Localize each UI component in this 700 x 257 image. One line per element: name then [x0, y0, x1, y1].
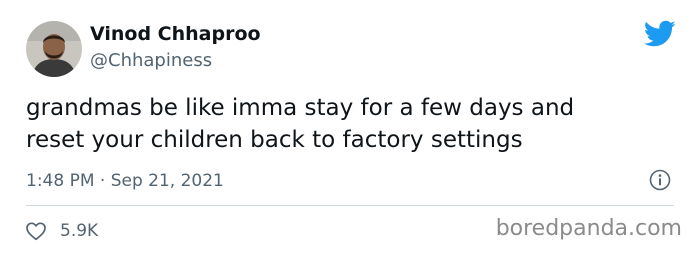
tweet-text: grandmas be like imma stay for a few day…: [26, 92, 666, 156]
tweet-date[interactable]: Sep 21, 2021: [111, 171, 224, 191]
author-display-name[interactable]: Vinod Chhaproo: [90, 21, 261, 47]
avatar[interactable]: [26, 21, 82, 77]
heart-icon: [26, 222, 46, 241]
info-icon[interactable]: [648, 168, 672, 192]
watermark: boredpanda.com: [495, 216, 682, 241]
twitter-bird-icon[interactable]: [643, 20, 676, 48]
divider: [26, 205, 674, 206]
author-handle[interactable]: @Chhapiness: [90, 48, 212, 74]
like-count: 5.9K: [60, 221, 99, 241]
tweet-text-line: grandmas be like imma stay for a few day…: [26, 95, 575, 121]
tweet-time[interactable]: 1:48 PM: [26, 171, 95, 191]
like-button[interactable]: 5.9K: [24, 218, 98, 244]
tweet-text-line: reset your children back to factory sett…: [26, 127, 523, 153]
meta-separator: ·: [99, 171, 106, 191]
tweet-timestamp[interactable]: 1:48 PM · Sep 21, 2021: [26, 169, 224, 193]
